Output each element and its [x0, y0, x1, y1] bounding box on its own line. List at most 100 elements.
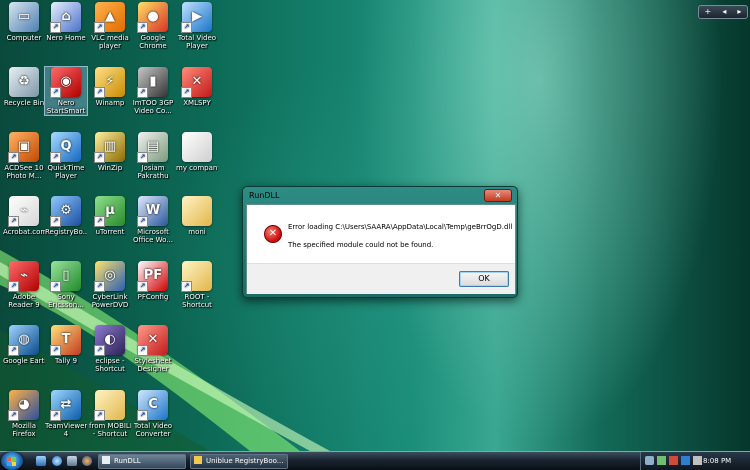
desktop-shortcut[interactable]: ⌁ ↗ Adobe Reader 9: [3, 261, 45, 309]
acrobat-com-icon: ⌁ ↗: [8, 196, 39, 227]
desktop-shortcut-label-line: ROOT -: [184, 293, 210, 301]
desktop-shortcut-label: PFConfig: [132, 293, 174, 301]
windows-logo-pane-icon: [12, 457, 16, 461]
shortcut-arrow-icon: ↗: [8, 152, 19, 163]
tray-app-icon[interactable]: [693, 456, 702, 465]
total-video-converter-icon: C ↗: [137, 390, 168, 421]
start-button[interactable]: [1, 452, 23, 470]
desktop-shortcut[interactable]: ▲ ↗ VLC media player: [89, 2, 131, 50]
winzip-icon: ▥ ↗: [94, 132, 125, 163]
taskbar-item-registrybooster[interactable]: Uniblue RegistryBoo...: [190, 454, 288, 469]
error-message-text: Error loading C:\Users\SAARA\AppData\Loc…: [288, 223, 513, 231]
switch-windows-icon[interactable]: [67, 456, 77, 466]
desktop-shortcut[interactable]: PF ↗ PFConfig: [132, 261, 174, 301]
shortcut-arrow-icon: ↗: [137, 281, 148, 292]
internet-explorer-icon[interactable]: [52, 456, 62, 466]
tray-expand-icon[interactable]: [645, 456, 654, 465]
desktop-shortcut[interactable]: µ ↗ uTorrent: [89, 196, 131, 236]
adobe-reader-icon: ⌁ ↗: [8, 261, 39, 292]
desktop-shortcut-label-line: Shortcut: [182, 301, 212, 309]
desktop-shortcut[interactable]: ⌁ ↗ Acrobat.com: [3, 196, 45, 236]
desktop-shortcut-label: VLC media player: [89, 34, 131, 50]
desktop-shortcut-label-line: Pakrathu: [137, 172, 169, 180]
show-desktop-icon[interactable]: [36, 456, 46, 466]
tally-icon: T ↗: [50, 325, 81, 356]
taskbar-clock[interactable]: 8:08 PM: [703, 452, 731, 470]
shortcut-arrow-icon: ↗: [50, 152, 61, 163]
shortcut-arrow-icon: ↗: [50, 87, 61, 98]
desktop-shortcut[interactable]: ▭ Computer: [3, 2, 45, 42]
sidebar-prev-button[interactable]: ◂: [722, 6, 726, 18]
desktop-shortcut-label-line: Reader 9: [8, 301, 40, 309]
tray-app-icon[interactable]: [681, 456, 690, 465]
sony-ericsson-icon: ▯ ↗: [50, 261, 81, 292]
desktop-shortcut[interactable]: ● ↗ Google Chrome: [132, 2, 174, 50]
desktop-shortcut[interactable]: ▤ ↗ Josiam Pakrathu: [132, 132, 174, 180]
desktop-shortcut-label: Google Chrome: [132, 34, 174, 50]
desktop-shortcut[interactable]: ⌂ ↗ Nero Home: [45, 2, 87, 42]
desktop-shortcut[interactable]: moni: [176, 196, 218, 236]
desktop-shortcut[interactable]: ▣ ↗ ACDSee 10 Photo M...: [3, 132, 45, 180]
desktop-shortcut-label-line: PowerDVD: [91, 301, 129, 309]
desktop-shortcut-label: eclipse - Shortcut: [89, 357, 131, 373]
desktop-shortcut[interactable]: ↗ ROOT - Shortcut: [176, 261, 218, 309]
desktop-shortcut-label-line: Recycle Bin: [3, 99, 45, 107]
shortcut-arrow-icon: ↗: [50, 22, 61, 33]
desktop-shortcut[interactable]: ▶ ↗ Total Video Player: [176, 2, 218, 50]
shortcut-arrow-icon: ↗: [94, 22, 105, 33]
desktop-shortcut-label-line: Designer: [137, 365, 169, 373]
dialog-title: RunDLL: [249, 191, 280, 200]
shortcut-arrow-icon: ↗: [50, 345, 61, 356]
desktop[interactable]: ▭ Computer ⌂ ↗ Nero Home ▲ ↗ VLC media player ● ↗ G…: [0, 0, 750, 451]
taskbar-item-rundll[interactable]: RunDLL: [98, 454, 186, 469]
desktop-shortcut[interactable]: W ↗ Microsoft Office Wo...: [132, 196, 174, 244]
desktop-shortcut[interactable]: T ↗ Tally 9: [45, 325, 87, 365]
desktop-shortcut[interactable]: ⚡ ↗ Winamp: [89, 67, 131, 107]
tray-network-icon[interactable]: [657, 456, 666, 465]
winamp-icon: ⚡ ↗: [94, 67, 125, 98]
desktop-shortcut[interactable]: ▯ ↗ Sony Ericsson...: [45, 261, 87, 309]
josiam-pakrathu-icon: ▤ ↗: [137, 132, 168, 163]
desktop-shortcut-label: Winamp: [89, 99, 131, 107]
nero-startsmart-icon: ◉ ↗: [50, 67, 81, 98]
desktop-shortcut[interactable]: ⇄ ↗ TeamViewer 4: [45, 390, 87, 438]
shortcut-arrow-icon: ↗: [181, 22, 192, 33]
desktop-shortcut[interactable]: ▮ ↗ ImTOO 3GP Video Co...: [132, 67, 174, 115]
sidebar-add-button[interactable]: +: [705, 6, 712, 18]
desktop-shortcut[interactable]: ✕ ↗ Stylesheet Designer: [132, 325, 174, 373]
computer-icon: ▭: [9, 2, 39, 32]
sidebar-next-button[interactable]: ▸: [737, 6, 741, 18]
desktop-shortcut[interactable]: ◎ ↗ CyberLink PowerDVD: [89, 261, 131, 309]
desktop-shortcut[interactable]: ▥ ↗ WinZip: [89, 132, 131, 172]
desktop-shortcut-label-line: Photo M...: [6, 172, 42, 180]
desktop-shortcut[interactable]: ↗ from MOBILE - Shortcut: [89, 390, 131, 438]
desktop-shortcut-label: XMLSPY: [176, 99, 218, 107]
ok-button[interactable]: OK: [459, 271, 509, 287]
task-window-icon: [194, 456, 202, 464]
desktop-shortcut[interactable]: ♻ Recycle Bin: [3, 67, 45, 107]
shortcut-arrow-icon: ↗: [137, 22, 148, 33]
desktop-shortcut-label: CyberLink PowerDVD: [89, 293, 131, 309]
desktop-shortcut[interactable]: ⚙ ↗ RegistryBo...: [45, 196, 87, 236]
desktop-shortcut-label-line: Adobe: [12, 293, 36, 301]
dialog-close-button[interactable]: ✕: [484, 189, 512, 202]
desktop-shortcut[interactable]: ◉ ↗ Nero StartSmart: [44, 66, 88, 116]
desktop-shortcut[interactable]: ◐ ↗ eclipse - Shortcut: [89, 325, 131, 373]
firefox-quicklaunch-icon[interactable]: [82, 456, 92, 466]
shortcut-arrow-icon: ↗: [181, 281, 192, 292]
desktop-shortcut[interactable]: ◕ ↗ Mozilla Firefox: [3, 390, 45, 438]
desktop-shortcut-label: Total Video Player: [176, 34, 218, 50]
desktop-shortcut-label-line: player: [98, 42, 121, 50]
desktop-shortcut[interactable]: ◍ ↗ Google Earth: [3, 325, 45, 365]
desktop-shortcut[interactable]: ✕ ↗ XMLSPY: [176, 67, 218, 107]
desktop-shortcut[interactable]: C ↗ Total Video Converter: [132, 390, 174, 438]
desktop-shortcut[interactable]: my company: [176, 132, 218, 172]
desktop-shortcut-label-line: ImTOO 3GP: [132, 99, 174, 107]
quicktime-player-icon: Q ↗: [50, 132, 81, 163]
google-chrome-icon: ● ↗: [137, 2, 168, 33]
tray-security-icon[interactable]: [669, 456, 678, 465]
desktop-shortcut-label: Total Video Converter: [132, 422, 174, 438]
task-label: RunDLL: [114, 457, 141, 465]
desktop-shortcut-label-line: Tally 9: [54, 357, 78, 365]
desktop-shortcut[interactable]: Q ↗ QuickTime Player: [45, 132, 87, 180]
